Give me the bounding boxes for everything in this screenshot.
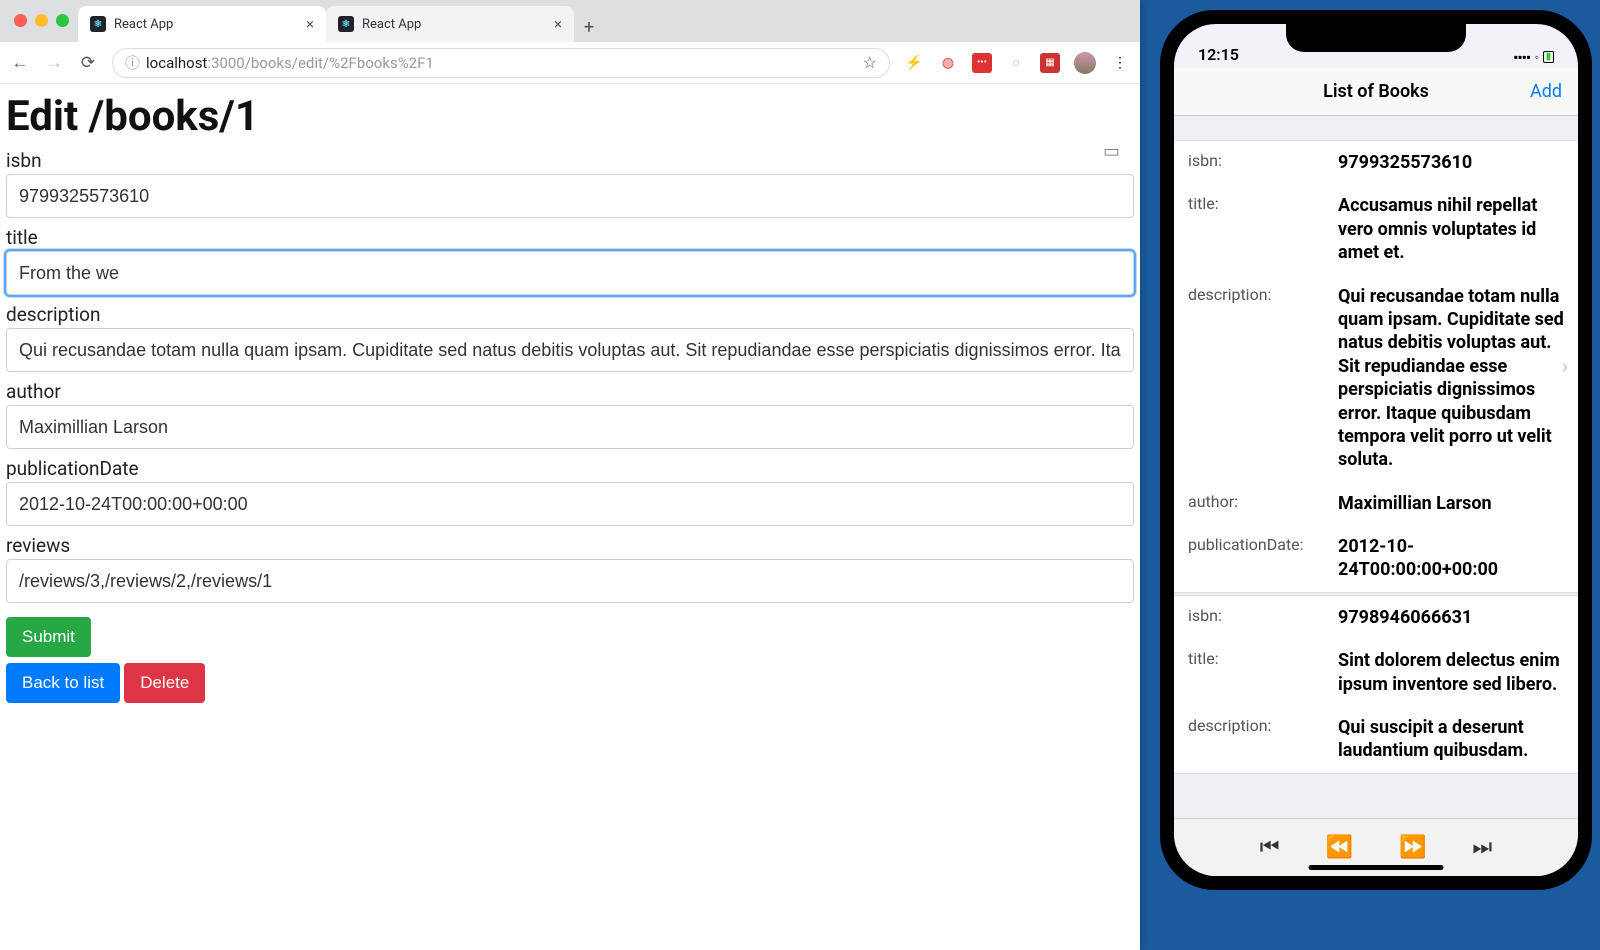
bookmark-star-icon[interactable]: ☆ (863, 53, 877, 72)
extension-icons: ⚡ ◍ ••• ○ ▦ ⋮ (904, 52, 1130, 74)
browser-tab-1[interactable]: ⚛ React App × (78, 6, 326, 42)
battery-icon: ▮ (1543, 51, 1554, 63)
book-cell[interactable]: isbn:9798946066631 title:Sint dolorem de… (1174, 595, 1578, 774)
fast-forward-icon[interactable]: ⏩ (1399, 835, 1426, 860)
page-content: Edit /books/1 isbn ▭ title description a… (0, 84, 1140, 950)
author-label: author (6, 380, 1134, 403)
edit-book-form: Edit /books/1 isbn ▭ title description a… (0, 84, 1140, 707)
description-label: description (6, 303, 1134, 326)
rewind-icon[interactable]: ⏪ (1326, 835, 1353, 860)
phone-screen: 12:15 ▪▪▪▪ ◦ ▮ List of Books Add › isbn:… (1174, 24, 1578, 876)
maximize-window-button[interactable] (56, 14, 69, 27)
book-list[interactable]: › isbn:9799325573610 title:Accusamus nih… (1174, 116, 1578, 818)
cell-value: Sint dolorem delectus enim ipsum invento… (1338, 649, 1564, 696)
minimize-window-button[interactable] (35, 14, 48, 27)
back-button[interactable]: ← (10, 53, 30, 73)
window-controls (14, 14, 69, 27)
back-to-list-button[interactable]: Back to list (6, 663, 120, 703)
browser-tab-2[interactable]: ⚛ React App × (326, 6, 574, 42)
delete-button[interactable]: Delete (124, 663, 205, 703)
close-tab-icon[interactable]: × (306, 15, 314, 33)
tab-strip: ⚛ React App × ⚛ React App × + (0, 0, 1140, 42)
close-window-button[interactable] (14, 14, 27, 27)
cell-key: author: (1188, 492, 1338, 515)
publicationdate-input[interactable] (6, 482, 1134, 526)
url-bar: ← → ⟳ ⓘ localhost:3000/books/edit/%2Fboo… (0, 42, 1140, 84)
title-label: title (6, 226, 1134, 249)
cell-value: Qui recusandae totam nulla quam ipsam. C… (1338, 285, 1564, 472)
nav-bar: List of Books Add (1174, 68, 1578, 116)
cell-value: Qui suscipit a deserunt laudantium quibu… (1338, 716, 1564, 763)
ios-simulator: 12:15 ▪▪▪▪ ◦ ▮ List of Books Add › isbn:… (1160, 10, 1592, 890)
react-favicon-icon: ⚛ (90, 16, 106, 32)
cell-key: isbn: (1188, 606, 1338, 629)
publicationdate-label: publicationDate (6, 457, 1134, 480)
title-input[interactable] (6, 251, 1134, 295)
forward-button: → (44, 53, 64, 73)
url-text: localhost:3000/books/edit/%2Fbooks%2F1 (146, 54, 434, 72)
skip-forward-icon[interactable]: ⏭ (1472, 835, 1492, 860)
home-indicator[interactable] (1309, 865, 1444, 870)
book-cell[interactable]: › isbn:9799325573610 title:Accusamus nih… (1174, 140, 1578, 593)
reviews-input[interactable] (6, 559, 1134, 603)
info-icon: ⓘ (125, 52, 140, 73)
phone-notch (1286, 24, 1466, 52)
reviews-label: reviews (6, 534, 1134, 557)
submit-button[interactable]: Submit (6, 617, 91, 657)
extension-icon[interactable]: ○ (1006, 53, 1026, 73)
page-title: Edit /books/1 (6, 92, 1134, 141)
cell-key: publicationDate: (1188, 535, 1338, 582)
status-time: 12:15 (1198, 45, 1239, 64)
tab-title: React App (114, 17, 173, 32)
address-bar[interactable]: ⓘ localhost:3000/books/edit/%2Fbooks%2F1… (112, 48, 890, 78)
add-button[interactable]: Add (1530, 81, 1562, 102)
profile-avatar[interactable] (1074, 52, 1096, 74)
tab-title: React App (362, 17, 421, 32)
cell-key: title: (1188, 194, 1338, 264)
wifi-icon: ◦ (1535, 50, 1539, 64)
signal-icon: ▪▪▪▪ (1514, 50, 1531, 64)
new-tab-button[interactable]: + (574, 12, 604, 42)
reload-button[interactable]: ⟳ (78, 53, 98, 73)
nav-title: List of Books (1323, 81, 1429, 102)
description-input[interactable] (6, 328, 1134, 372)
cell-value: 2012-10-24T00:00:00+00:00 (1338, 535, 1564, 582)
cell-value: Accusamus nihil repellat vero omnis volu… (1338, 194, 1564, 264)
author-input[interactable] (6, 405, 1134, 449)
isbn-label: isbn (6, 149, 1134, 172)
isbn-input[interactable] (6, 174, 1134, 218)
skip-back-icon[interactable]: ⏮ (1260, 835, 1280, 860)
cell-key: description: (1188, 285, 1338, 472)
amp-icon[interactable]: ⚡ (904, 53, 924, 73)
cell-key: description: (1188, 716, 1338, 763)
cell-key: isbn: (1188, 151, 1338, 174)
autofill-icon[interactable]: ▭ (1103, 141, 1120, 162)
browser-window: ⚛ React App × ⚛ React App × + ← → ⟳ ⓘ lo… (0, 0, 1140, 950)
lastpass-icon[interactable]: ••• (972, 53, 992, 73)
react-favicon-icon: ⚛ (338, 16, 354, 32)
extension-icon[interactable]: ◍ (938, 53, 958, 73)
close-tab-icon[interactable]: × (554, 15, 562, 33)
cell-value: 9798946066631 (1338, 606, 1564, 629)
cell-value: Maximillian Larson (1338, 492, 1564, 515)
cell-value: 9799325573610 (1338, 151, 1564, 174)
extension-icon[interactable]: ▦ (1040, 53, 1060, 73)
chevron-right-icon: › (1562, 354, 1568, 378)
cell-key: title: (1188, 649, 1338, 696)
kebab-menu-icon[interactable]: ⋮ (1110, 53, 1130, 73)
